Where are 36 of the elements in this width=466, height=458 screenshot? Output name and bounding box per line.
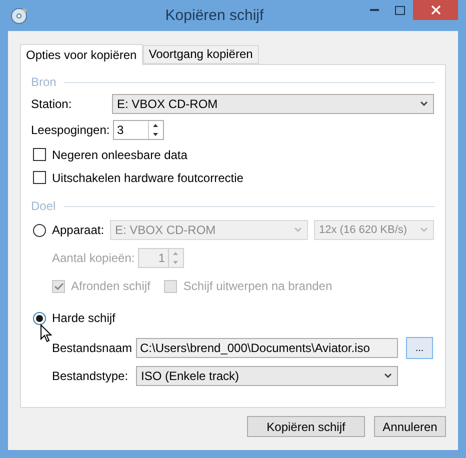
field-label: Aantal kopieën:: [52, 251, 136, 265]
checkbox-label: Uitschakelen hardware foutcorrectie: [52, 170, 244, 184]
read-attempts-spinbox[interactable]: 3: [113, 120, 164, 140]
checkbox-label: Afronden schijf: [71, 279, 150, 293]
checkbox[interactable]: [33, 148, 46, 161]
station-dropdown[interactable]: E: VBOX CD-ROM: [112, 94, 434, 114]
chevron-down-icon: [384, 373, 392, 379]
browse-button[interactable]: ...: [406, 337, 433, 359]
minimize-icon[interactable]: [370, 9, 378, 11]
checkbox-label: Schijf uitwerpen na branden: [183, 279, 332, 293]
window-title: Kopiëren schijf: [164, 7, 265, 24]
group-title: Doel: [31, 199, 56, 213]
field-label: Bestandstype:: [52, 369, 130, 383]
radio-button[interactable]: [33, 312, 46, 324]
cancel-button[interactable]: Annuleren: [374, 416, 446, 437]
field-label: Leespogingen:: [31, 123, 111, 137]
tab[interactable]: Voortgang kopiëren: [142, 45, 259, 64]
field-label: Bestandsnaam: [52, 341, 134, 355]
filetype-dropdown[interactable]: ISO (Enkele track): [136, 366, 398, 386]
checkbox-label: Negeren onleesbare data: [52, 148, 188, 162]
radio-label: Apparaat:: [52, 223, 106, 237]
disc-icon: [10, 6, 28, 24]
group-title: Bron: [31, 75, 56, 89]
chevron-down-icon: [294, 227, 302, 233]
checkbox[interactable]: [33, 171, 46, 184]
field-label: Station:: [31, 97, 73, 111]
copy-button[interactable]: Kopiëren schijf: [247, 416, 365, 437]
mouse-cursor-icon: [40, 324, 52, 343]
radio-label: Harde schijf: [52, 311, 116, 325]
filename-field[interactable]: C:\Users\brend_000\Documents\Aviator.iso: [136, 338, 398, 358]
chevron-down-icon: [420, 227, 428, 233]
close-icon: [430, 5, 440, 15]
tab[interactable]: Opties voor kopiëren: [20, 44, 143, 65]
chevron-down-icon: [420, 101, 428, 107]
maximize-icon[interactable]: [395, 6, 405, 14]
close-button[interactable]: [413, 0, 458, 20]
